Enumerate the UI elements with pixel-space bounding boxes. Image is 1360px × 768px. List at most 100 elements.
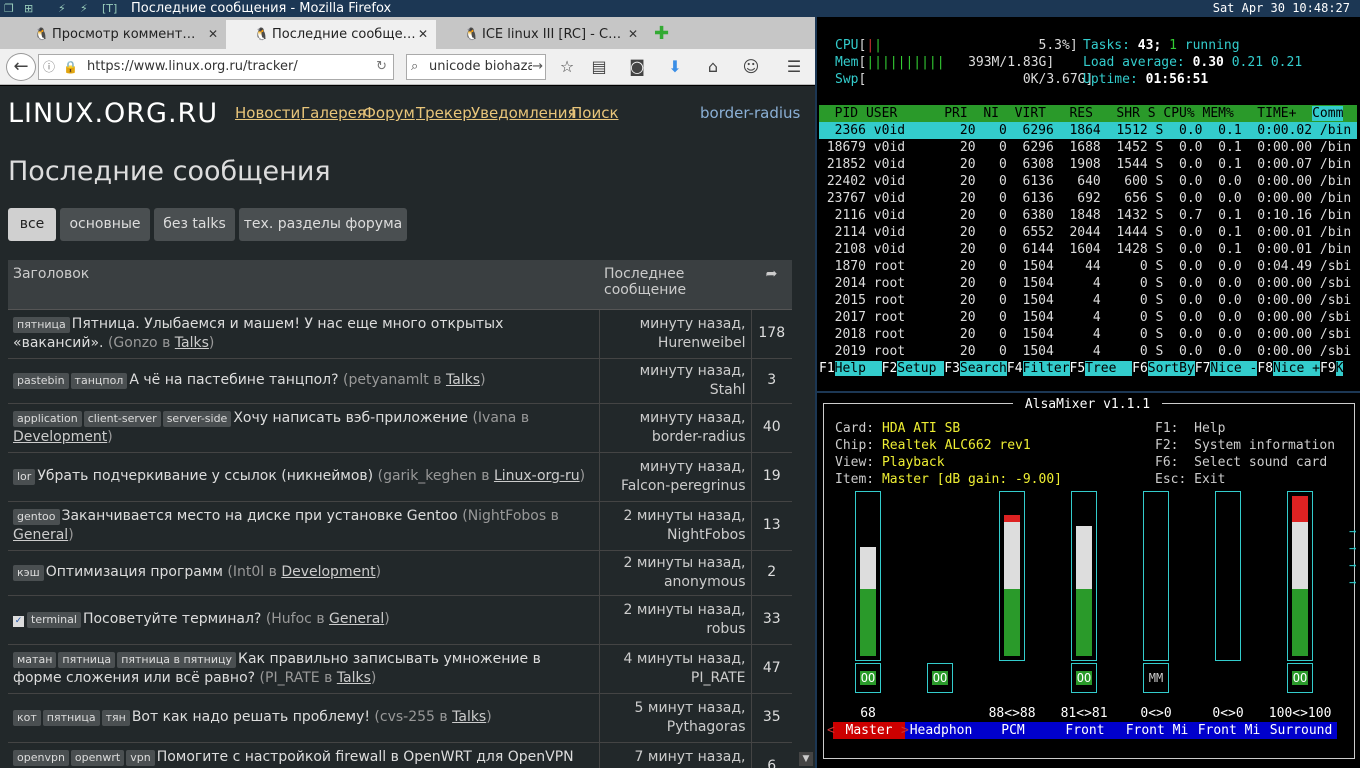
topic-tag[interactable]: танцпол xyxy=(70,373,128,389)
process-row[interactable]: 2018 root 20 0 1504 4 0 S 0.0 0.0 0:00.0… xyxy=(819,326,1352,343)
nav-gallery[interactable]: Галерея xyxy=(301,104,366,122)
topic-title-link[interactable]: Помогите с настройкой firewall в OpenWRT… xyxy=(157,749,574,765)
topic-tag[interactable]: openvpn xyxy=(13,749,69,766)
topic-tag[interactable]: terminal xyxy=(27,612,81,628)
topic-group-link[interactable]: Talks xyxy=(446,372,480,388)
fkey-label[interactable]: SortBy xyxy=(1147,361,1195,376)
table-row[interactable]: кэш Оптимизация программ (Int0l в Develop… xyxy=(8,549,792,595)
hamburger-menu-icon[interactable]: ☰ xyxy=(782,54,806,80)
filter-main-button[interactable]: основные xyxy=(60,208,150,241)
fkey-number[interactable]: F4 xyxy=(1007,361,1023,376)
topic-tag[interactable]: client-server xyxy=(83,410,161,427)
scroll-down-arrow-icon[interactable]: ▼ xyxy=(799,752,813,766)
tab-latest-messages[interactable]: 🐧 Последние сообщения ✕ xyxy=(226,20,436,49)
downloads-arrow-icon[interactable]: ⬇ xyxy=(664,54,686,80)
channel-name-label[interactable]: Headphon xyxy=(905,722,977,739)
mute-toggle[interactable]: OO xyxy=(927,663,953,693)
back-arrow-icon[interactable]: ← xyxy=(6,53,36,81)
channel-name-label[interactable]: Master xyxy=(833,722,905,739)
last-message-cell[interactable]: 5 минут назад, Pythagoras xyxy=(599,692,752,742)
mute-toggle[interactable]: MM xyxy=(1143,663,1169,693)
close-tab-icon[interactable]: ✕ xyxy=(208,20,218,49)
mute-toggle[interactable]: OO xyxy=(1287,663,1313,693)
site-logo[interactable]: LINUX.ORG.RU xyxy=(8,98,218,129)
table-row[interactable]: pastebin танцпол А чё на пастебине танцпол… xyxy=(8,357,792,403)
table-row[interactable]: ✓ terminal Посоветуйте терминал? (Hufoc в … xyxy=(8,594,792,644)
fkey-number[interactable]: F5 xyxy=(1070,361,1086,376)
fkey-label[interactable]: Help xyxy=(834,361,882,376)
fkey-number[interactable]: F9 xyxy=(1320,361,1336,376)
fkey-number[interactable]: F1 xyxy=(819,361,835,376)
bookmark-star-icon[interactable]: ☆ xyxy=(556,54,578,80)
process-row[interactable]: 21852 v0id 20 0 6308 1908 1544 S 0.0 0.1… xyxy=(819,156,1351,173)
fkey-number[interactable]: F8 xyxy=(1257,361,1273,376)
topic-tag[interactable]: pastebin xyxy=(13,373,69,389)
last-message-cell[interactable]: 2 минуты назад, NightFobos xyxy=(599,500,752,550)
topic-title-link[interactable]: А чё на пастебине танцпол? xyxy=(129,372,338,388)
table-row[interactable]: application client-server server-side Хочу … xyxy=(8,402,792,452)
channel-name-label[interactable]: PCM xyxy=(977,722,1049,739)
topic-group-link[interactable]: General xyxy=(13,527,68,543)
channel-name-label[interactable]: Front Mi xyxy=(1121,722,1193,739)
topic-group-link[interactable]: Talks xyxy=(337,670,371,686)
pocket-icon[interactable]: ◙ xyxy=(626,54,648,80)
process-row[interactable]: 23767 v0id 20 0 6136 692 656 S 0.0 0.0 0… xyxy=(819,190,1351,207)
topic-tag[interactable]: openwrt xyxy=(70,749,125,766)
close-tab-icon[interactable]: ✕ xyxy=(628,20,638,49)
fkey-label[interactable]: Setup xyxy=(897,361,945,376)
search-bar[interactable]: ⌕ unicode biohazar → xyxy=(406,54,546,80)
process-row[interactable]: 2114 v0id 20 0 6552 2044 1444 S 0.0 0.1 … xyxy=(819,224,1352,241)
last-message-cell[interactable]: минуту назад, Hurenweibel xyxy=(599,308,752,358)
topic-tag[interactable]: кэш xyxy=(13,565,44,581)
last-message-cell[interactable]: 4 минуты назад, PI_RATE xyxy=(599,643,752,693)
topic-tag[interactable]: матан xyxy=(13,651,57,668)
topic-tag[interactable]: пятница xyxy=(42,710,100,726)
process-row[interactable]: 2108 v0id 20 0 6144 1604 1428 S 0.0 0.1 … xyxy=(819,241,1352,258)
volume-slider[interactable] xyxy=(999,491,1025,661)
search-input[interactable]: unicode biohazar xyxy=(429,55,541,79)
process-row[interactable]: 2116 v0id 20 0 6380 1848 1432 S 0.7 0.1 … xyxy=(819,207,1352,224)
topic-tag[interactable]: пятница в пятницу xyxy=(117,651,237,668)
topic-title-link[interactable]: Вот как надо решать проблему! xyxy=(132,709,370,725)
fkey-label[interactable]: Filter xyxy=(1022,361,1070,376)
last-message-cell[interactable]: минуту назад, Stahl xyxy=(599,357,752,403)
last-message-cell[interactable]: минуту назад, Falcon-peregrinus xyxy=(599,451,752,501)
topic-title-link[interactable]: Посоветуйте терминал? xyxy=(83,611,261,627)
table-row[interactable]: кот пятница тян Вот как надо решать проблем… xyxy=(8,692,792,742)
last-message-cell[interactable]: 7 минут назад, NGNeer xyxy=(599,741,752,768)
volume-slider[interactable] xyxy=(1287,491,1313,661)
topic-group-link[interactable]: General xyxy=(329,611,384,627)
topic-tag[interactable]: application xyxy=(13,410,82,427)
topic-tag[interactable]: тян xyxy=(101,710,130,726)
process-row[interactable]: 2017 root 20 0 1504 4 0 S 0.0 0.0 0:00.0… xyxy=(819,309,1352,326)
volume-slider[interactable] xyxy=(1143,491,1169,661)
table-row[interactable]: gentoo Заканчивается место на диске при у… xyxy=(8,500,792,550)
process-row[interactable]: 22402 v0id 20 0 6136 640 600 S 0.0 0.0 0… xyxy=(819,173,1351,190)
reload-icon[interactable]: ↻ xyxy=(376,55,387,79)
topic-group-link[interactable]: Development xyxy=(13,429,107,445)
topic-tag[interactable]: пятница xyxy=(58,651,116,668)
home-icon[interactable]: ⌂ xyxy=(702,54,724,80)
table-row[interactable]: openvpn openwrt vpn Помогите с настройкой f… xyxy=(8,741,792,768)
process-row[interactable]: 2019 root 20 0 1504 4 0 S 0.0 0.0 0:00.0… xyxy=(819,343,1352,360)
nav-news[interactable]: Новости xyxy=(235,104,300,122)
fkey-number[interactable]: F3 xyxy=(944,361,960,376)
volume-slider[interactable] xyxy=(1215,491,1241,661)
topic-tag[interactable]: кот xyxy=(13,710,41,726)
tab-ice-linux[interactable]: 🐧 ICE linux III [RC] - Скри… ✕ xyxy=(436,20,646,49)
fkey-number[interactable]: F6 xyxy=(1132,361,1148,376)
topic-group-link[interactable]: Talks xyxy=(175,335,209,351)
url-bar[interactable]: ⓘ 🔒 https://www.linux.org.ru/tracker/ ↻ xyxy=(38,54,394,80)
topic-tag[interactable]: server-side xyxy=(162,410,232,427)
table-row[interactable]: пятница Пятница. Улыбаемся и машем! У нас… xyxy=(8,308,792,358)
workspace-2-icon[interactable]: ⊞ xyxy=(24,0,33,17)
nav-search[interactable]: Поиск xyxy=(571,104,619,122)
filter-tech-sections-button[interactable]: тех. разделы форума xyxy=(239,208,407,241)
topic-title-link[interactable]: Заканчивается место на диске при установ… xyxy=(62,508,458,524)
table-row[interactable]: матан пятница пятница в пятницу Как правиль… xyxy=(8,643,792,693)
process-row[interactable]: 18679 v0id 20 0 6296 1688 1452 S 0.0 0.1… xyxy=(819,139,1351,156)
fkey-label[interactable]: Search xyxy=(959,361,1007,376)
topic-title-link[interactable]: Убрать подчеркивание у ссылок (никнеймов… xyxy=(37,468,373,484)
last-message-cell[interactable]: минуту назад, border-radius xyxy=(599,402,752,452)
process-row[interactable]: 2366 v0id 20 0 6296 1864 1512 S 0.0 0.1 … xyxy=(819,122,1352,139)
